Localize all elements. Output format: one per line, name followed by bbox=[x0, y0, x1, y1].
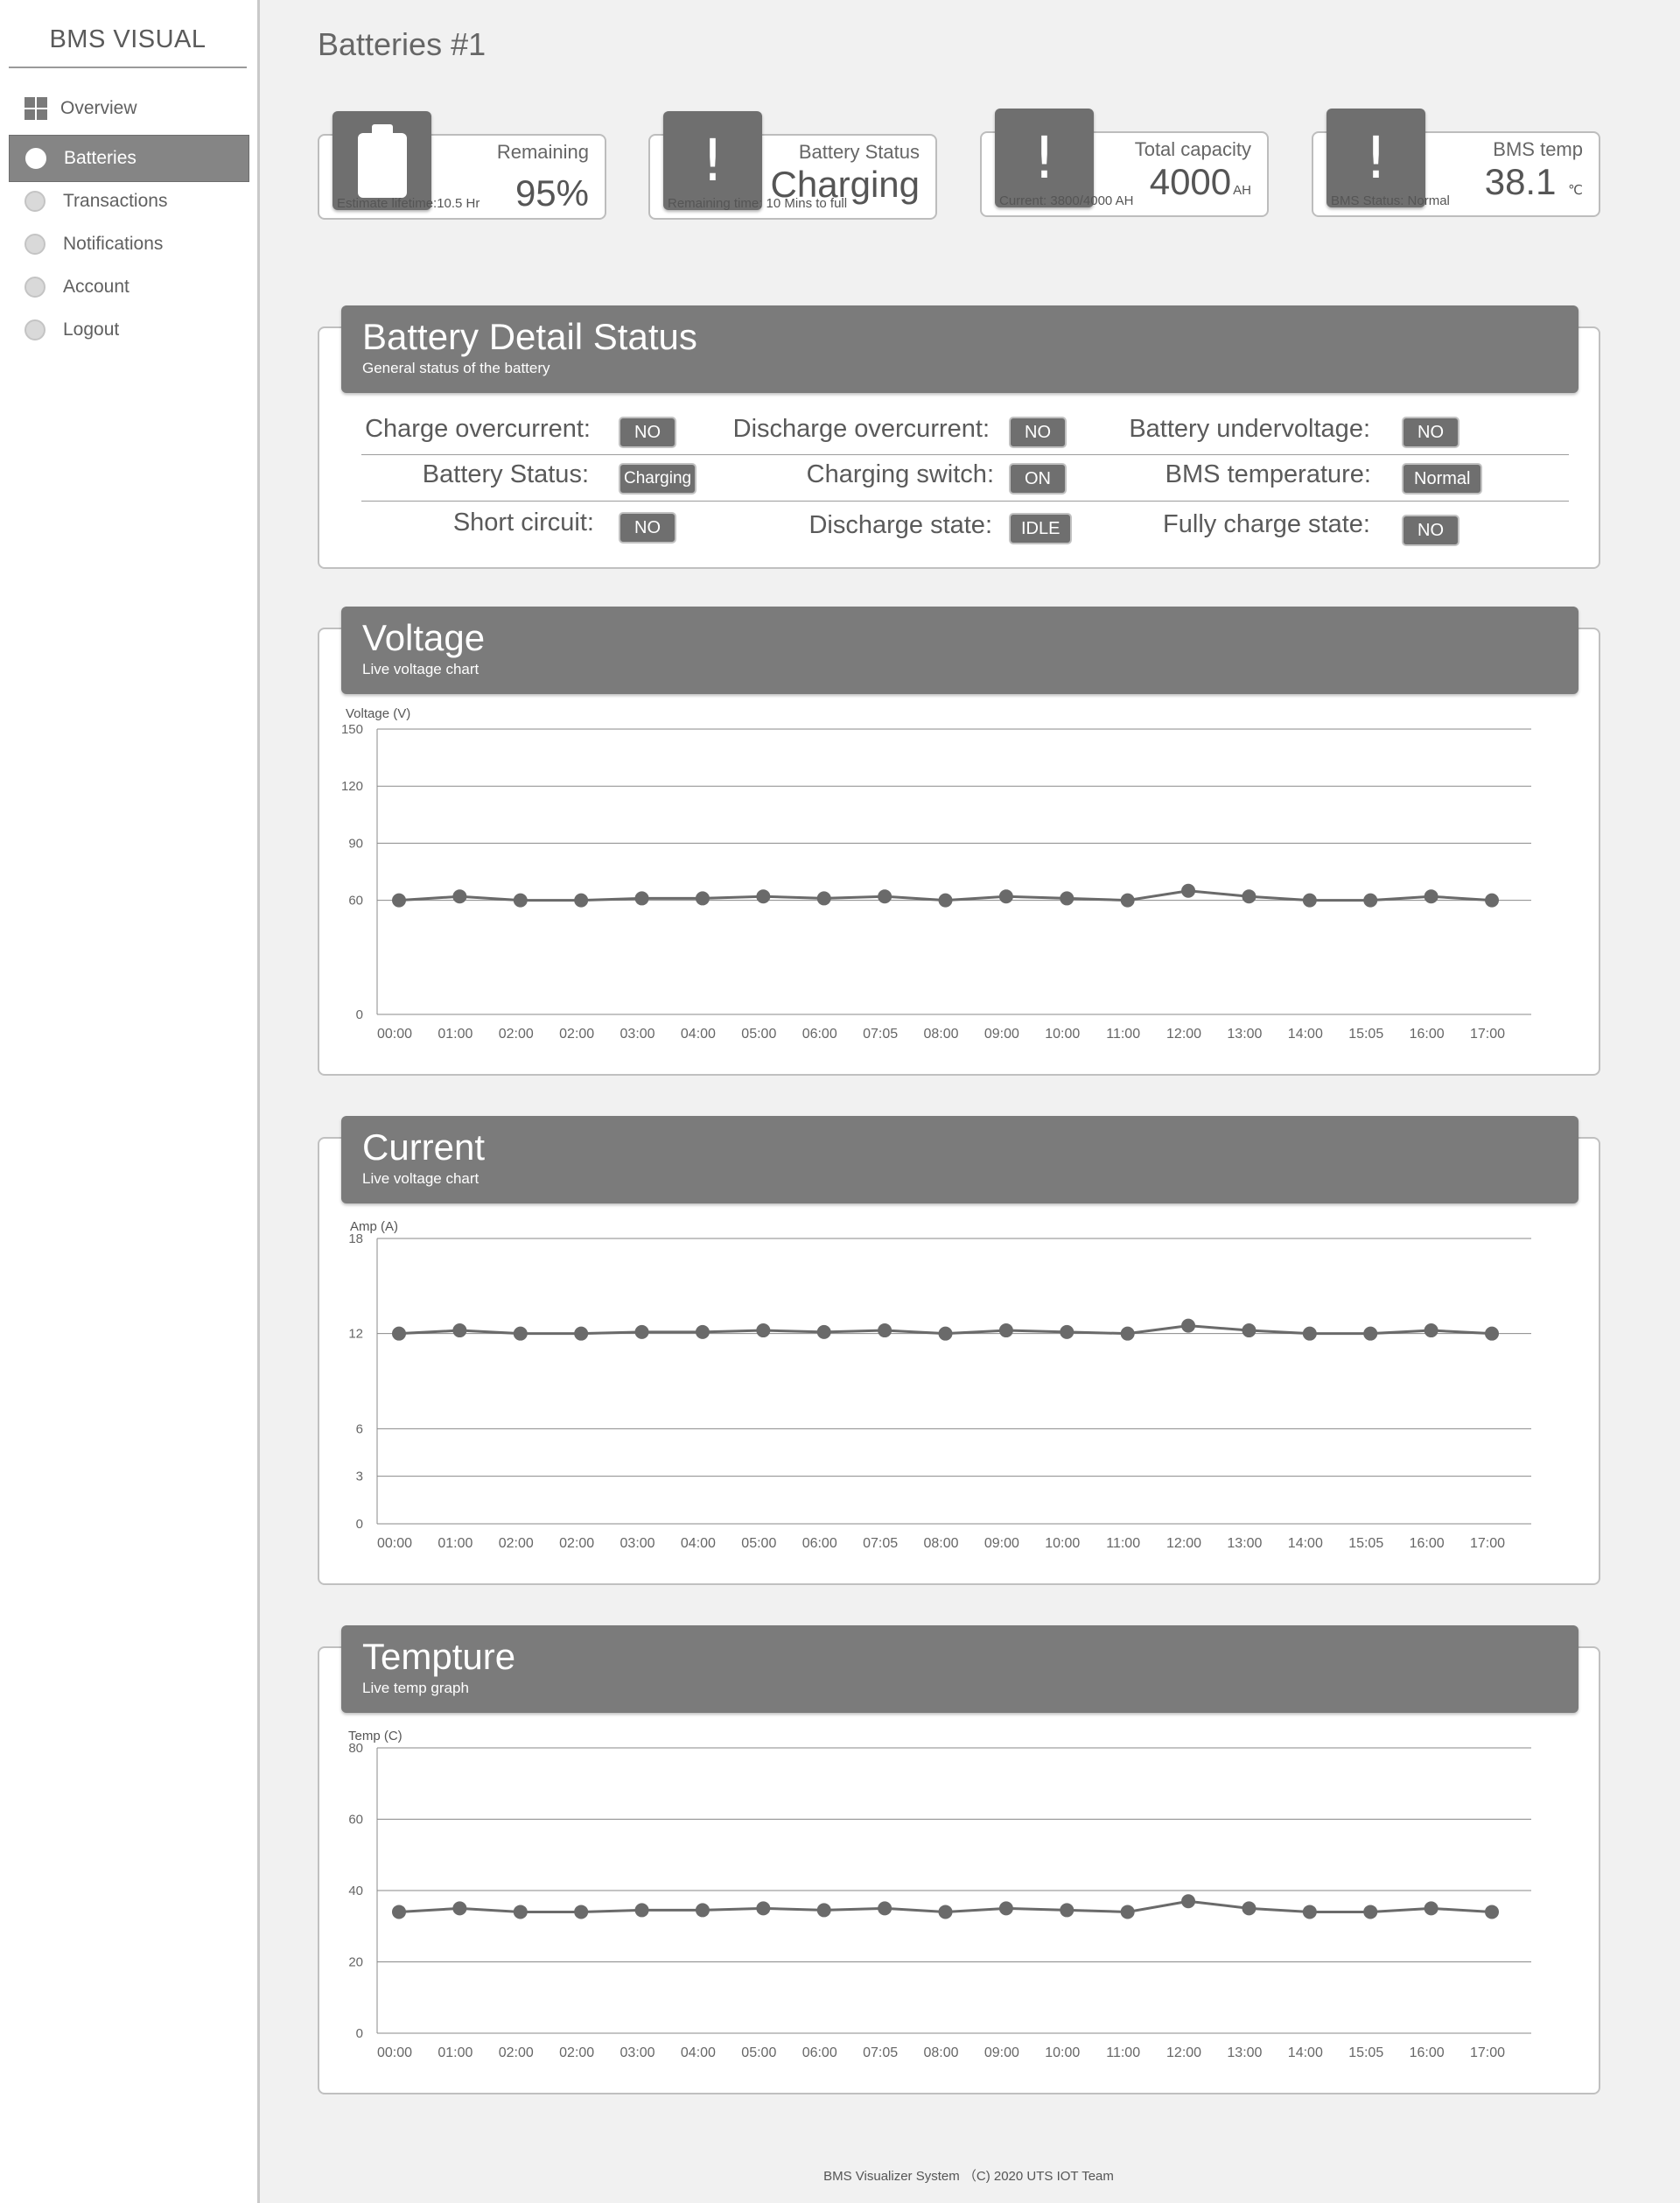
data-point bbox=[634, 1903, 649, 1918]
data-point bbox=[1363, 1905, 1378, 1919]
data-point bbox=[938, 1905, 953, 1919]
y-tick-label: 80 bbox=[348, 1741, 363, 1756]
data-point bbox=[392, 1905, 406, 1919]
x-tick-label: 09:00 bbox=[984, 2045, 1019, 2060]
x-tick-label: 10:00 bbox=[1045, 2045, 1080, 2060]
y-tick-label: 0 bbox=[356, 2026, 363, 2041]
x-tick-label: 11:00 bbox=[1106, 2045, 1140, 2060]
y-tick-label: 60 bbox=[348, 1813, 363, 1828]
data-point bbox=[695, 1903, 710, 1918]
data-point bbox=[1424, 1901, 1438, 1916]
x-tick-label: 17:00 bbox=[1470, 2045, 1505, 2060]
data-point bbox=[1302, 1905, 1317, 1919]
x-tick-label: 02:00 bbox=[499, 2045, 534, 2060]
data-point bbox=[1060, 1903, 1074, 1918]
x-tick-label: 14:00 bbox=[1288, 2045, 1323, 2060]
data-point bbox=[574, 1905, 589, 1919]
data-point bbox=[513, 1905, 528, 1919]
x-tick-label: 01:00 bbox=[438, 2045, 472, 2060]
y-tick-label: 40 bbox=[348, 1884, 363, 1898]
x-tick-label: 06:00 bbox=[802, 2045, 837, 2060]
x-tick-label: 13:00 bbox=[1227, 2045, 1262, 2060]
data-point bbox=[1242, 1901, 1256, 1916]
x-tick-label: 07:05 bbox=[863, 2045, 898, 2060]
data-point bbox=[1120, 1905, 1135, 1919]
x-tick-label: 15:05 bbox=[1348, 2045, 1383, 2060]
data-point bbox=[1181, 1894, 1196, 1909]
x-tick-label: 03:00 bbox=[620, 2045, 655, 2060]
data-point bbox=[756, 1901, 771, 1916]
x-tick-label: 05:00 bbox=[741, 2045, 776, 2060]
data-point bbox=[1485, 1905, 1499, 1919]
data-point bbox=[452, 1901, 467, 1916]
x-tick-label: 16:00 bbox=[1410, 2045, 1445, 2060]
x-tick-label: 12:00 bbox=[1166, 2045, 1201, 2060]
x-tick-label: 08:00 bbox=[923, 2045, 958, 2060]
data-point bbox=[998, 1901, 1013, 1916]
x-tick-label: 04:00 bbox=[681, 2045, 716, 2060]
data-point bbox=[878, 1901, 892, 1916]
y-tick-label: 20 bbox=[348, 1955, 363, 1970]
x-tick-label: 02:00 bbox=[559, 2045, 594, 2060]
footer-text: BMS Visualizer System （C) 2020 UTS IOT T… bbox=[823, 2169, 1114, 2184]
data-point bbox=[816, 1903, 831, 1918]
temperature-chart: Temp (C)02040608000:00 01:00 02:00 02:00 03:… bbox=[348, 1729, 1531, 2060]
x-tick-label: 00:00 bbox=[377, 2045, 412, 2060]
